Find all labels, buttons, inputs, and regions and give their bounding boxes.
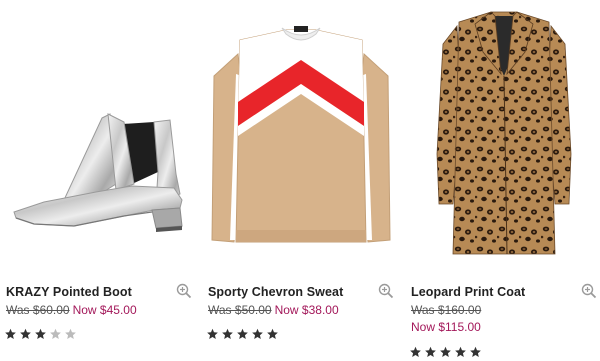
price-block: Was $60.00 Now $45.00 <box>6 303 137 317</box>
price-block: Was $50.00 Now $38.00 <box>208 303 339 317</box>
star-icon <box>20 328 31 339</box>
rating-stars <box>206 328 279 340</box>
magnifier-plus-icon[interactable] <box>581 283 597 299</box>
star-icon <box>470 346 481 357</box>
star-icon <box>455 346 466 357</box>
product-title[interactable]: Leopard Print Coat <box>411 285 525 299</box>
star-icon <box>35 328 46 339</box>
was-price: Was $50.00 <box>208 303 272 317</box>
magnifier-plus-icon[interactable] <box>176 283 192 299</box>
now-price: Now $45.00 <box>72 303 137 317</box>
product-card-sweat[interactable]: Sporty Chevron Sweat Was $50.00 Now $38.0… <box>206 0 401 361</box>
star-icon <box>5 328 16 339</box>
star-icon <box>207 328 218 339</box>
product-card-coat[interactable]: Leopard Print Coat Was $160.00 Now $115.0… <box>409 0 600 361</box>
star-icon <box>237 328 248 339</box>
product-title[interactable]: Sporty Chevron Sweat <box>208 285 343 299</box>
product-card-boot[interactable]: KRAZY Pointed Boot Was $60.00 Now $45.00 <box>4 0 199 361</box>
star-icon <box>410 346 421 357</box>
product-title[interactable]: KRAZY Pointed Boot <box>6 285 132 299</box>
star-icon <box>222 328 233 339</box>
star-icon <box>267 328 278 339</box>
star-icon <box>440 346 451 357</box>
magnifier-plus-icon[interactable] <box>378 283 394 299</box>
product-grid: KRAZY Pointed Boot Was $60.00Now $45.00 <box>0 0 600 361</box>
product-image-coat[interactable] <box>409 4 599 266</box>
star-icon <box>425 346 436 357</box>
star-icon <box>65 328 76 339</box>
rating-stars <box>4 328 77 340</box>
rating-stars <box>409 346 482 358</box>
star-icon <box>252 328 263 339</box>
product-image-sweat[interactable] <box>206 4 396 266</box>
was-price: Was $160.00 <box>411 303 482 317</box>
now-price: Now $115.00 <box>411 320 481 334</box>
was-price: Was $60.00 <box>6 303 70 317</box>
price-block: Was $160.00 Now $115.00 <box>411 303 481 334</box>
product-image-boot[interactable] <box>4 4 194 266</box>
star-icon <box>50 328 61 339</box>
now-price: Now $38.00 <box>274 303 339 317</box>
